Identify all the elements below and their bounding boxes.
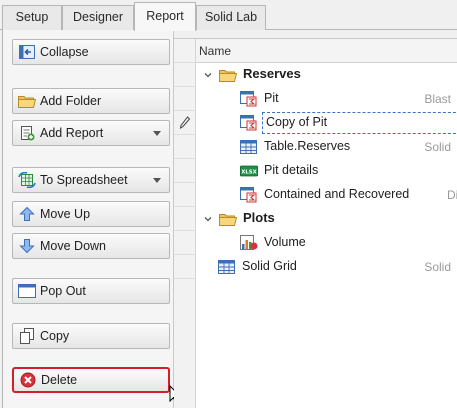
report-icon (240, 91, 257, 107)
move-up-button[interactable]: Move Up (12, 201, 170, 227)
window-icon (17, 282, 37, 300)
tree-row[interactable]: Solid Grid Solid (196, 255, 457, 279)
move-up-button-label: Move Up (40, 207, 91, 221)
tree-row[interactable]: Table.Reserves Solid (196, 135, 457, 159)
row-indicator[interactable] (174, 87, 196, 111)
row-indicator[interactable] (174, 159, 196, 183)
arrow-down-icon (17, 237, 37, 255)
xlsx-icon: XLSX (240, 165, 258, 177)
tree-row-label: Volume (264, 235, 306, 249)
tree-row-label: Solid Grid (242, 259, 297, 273)
tree-row-label: Pit (264, 91, 279, 105)
spreadsheet-icon (17, 171, 37, 189)
report-icon (240, 187, 257, 203)
tree-row-type: Blast (424, 92, 451, 106)
pencil-icon (179, 116, 191, 130)
tree-row[interactable]: Contained and Recovered Dig (196, 183, 457, 207)
row-indicator[interactable] (174, 183, 196, 207)
tree-row[interactable]: Volume (196, 231, 457, 255)
move-down-button-label: Move Down (40, 239, 106, 253)
tree-row-folder[interactable]: Reserves (196, 63, 457, 87)
collapse-icon (17, 43, 37, 61)
tab-setup[interactable]: Setup (2, 5, 62, 30)
table-icon (240, 140, 257, 154)
delete-button-label: Delete (41, 373, 78, 387)
tree-rows: Reserves Pit Blast Copy of Pit Table.Res… (196, 39, 457, 408)
table-icon (218, 260, 235, 274)
folder-icon (219, 70, 237, 82)
add-folder-button-label: Add Folder (40, 94, 102, 108)
add-folder-button[interactable]: Add Folder (12, 88, 170, 114)
chevron-down-icon[interactable] (204, 71, 212, 79)
pop-out-button-label: Pop Out (40, 284, 86, 298)
row-indicator[interactable] (174, 63, 196, 87)
arrow-up-icon (17, 205, 37, 223)
report-tree-grid: Name Reserves Pit Blast Copy of Pit Tabl… (174, 38, 457, 408)
folder-icon (219, 214, 237, 226)
tab-designer[interactable]: Designer (62, 5, 134, 30)
tree-row[interactable]: XLSX Pit details (196, 159, 457, 183)
collapse-button-label: Collapse (40, 45, 89, 59)
tab-report[interactable]: Report (134, 2, 196, 31)
delete-icon (18, 371, 38, 389)
tree-row-label: Plots (243, 210, 275, 225)
row-indicator-column (174, 39, 196, 408)
row-indicator[interactable] (174, 111, 196, 135)
chevron-down-icon[interactable] (204, 215, 212, 223)
tree-row-type: Dig (446, 188, 457, 202)
move-down-button[interactable]: Move Down (12, 233, 170, 259)
row-indicator[interactable] (174, 231, 196, 255)
add-report-button[interactable]: Add Report (12, 120, 170, 146)
tree-row-label: Pit details (264, 163, 319, 177)
row-indicator[interactable] (174, 135, 196, 159)
action-panel: Collapse Add Folder Add Report To Spread… (2, 30, 174, 408)
copy-button-label: Copy (40, 329, 70, 343)
copy-button[interactable]: Copy (12, 323, 170, 349)
tree-row-label: Copy of Pit (266, 115, 328, 129)
row-indicator[interactable] (174, 207, 196, 231)
chart-icon (240, 235, 258, 250)
pop-out-button[interactable]: Pop Out (12, 278, 170, 304)
report-icon (240, 115, 257, 131)
xlsx-badge-text: XLSX (241, 170, 257, 176)
tree-row-type: Solid (424, 260, 451, 274)
tree-row-label: Table.Reserves (264, 139, 351, 153)
tree-row-label: Reserves (243, 66, 301, 81)
row-indicator-header (174, 39, 196, 63)
chevron-down-icon[interactable] (153, 178, 161, 183)
folder-icon (17, 92, 37, 110)
tree-row-folder[interactable]: Plots (196, 207, 457, 231)
tab-solid-lab[interactable]: Solid Lab (196, 5, 266, 30)
tree-row-selected[interactable]: Copy of Pit (196, 111, 457, 135)
collapse-button[interactable]: Collapse (12, 39, 170, 65)
row-indicator[interactable] (174, 255, 196, 279)
tab-bar: Setup Designer Report Solid Lab (0, 0, 457, 31)
to-spreadsheet-button[interactable]: To Spreadsheet (12, 167, 170, 193)
delete-button[interactable]: Delete (12, 367, 170, 393)
tree-row-label: Contained and Recovered (264, 187, 410, 201)
to-spreadsheet-button-label: To Spreadsheet (40, 173, 128, 187)
add-report-icon (17, 124, 37, 142)
tree-row[interactable]: Pit Blast (196, 87, 457, 111)
tree-row-type: Solid (424, 140, 451, 154)
add-report-button-label: Add Report (40, 126, 104, 140)
chevron-down-icon[interactable] (153, 131, 161, 136)
copy-icon (17, 327, 37, 345)
